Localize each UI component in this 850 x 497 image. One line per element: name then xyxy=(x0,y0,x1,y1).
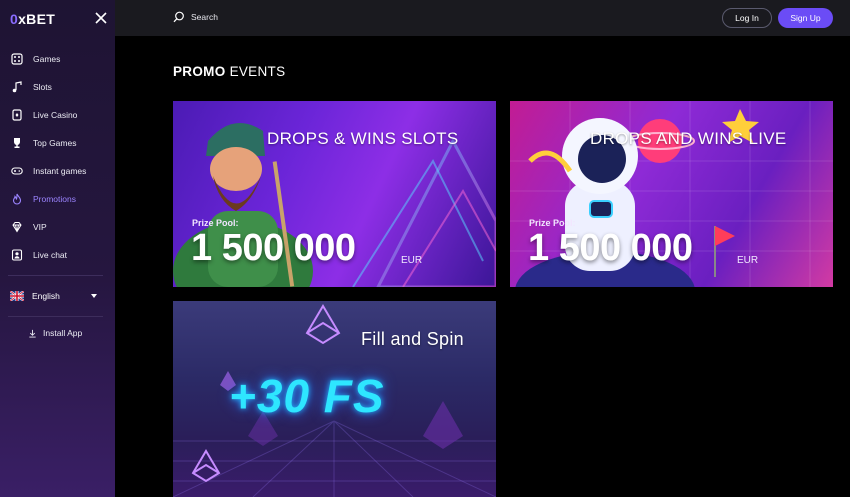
promo-title: Fill and Spin xyxy=(361,329,464,349)
flame-icon xyxy=(10,192,24,206)
logo-zero: 0 xyxy=(10,11,19,27)
dice-icon xyxy=(10,52,24,66)
free-spins-highlight: +30 FS xyxy=(229,370,385,422)
page-title-bold: PROMO xyxy=(173,64,226,79)
search-icon xyxy=(173,11,184,23)
sidebar-item-label: Instant games xyxy=(33,166,87,176)
divider xyxy=(8,316,103,317)
signup-button[interactable]: Sign Up xyxy=(778,8,833,28)
language-label: English xyxy=(32,291,60,301)
sidebar-item-promotions[interactable]: Promotions xyxy=(0,185,115,213)
divider xyxy=(8,275,103,276)
sidebar-item-label: Games xyxy=(33,54,61,64)
prize-pool-amount: 1 500 000 xyxy=(191,227,356,269)
sidebar-item-label: Live Casino xyxy=(33,110,78,120)
sidebar-item-games[interactable]: Games xyxy=(0,45,115,73)
promo-card-drops-wins-slots[interactable]: DROPS & WINS SLOTS Prize Pool: 1 500 000… xyxy=(173,101,496,287)
install-app-label: Install App xyxy=(43,328,83,338)
sidebar-item-label: Live chat xyxy=(33,250,68,260)
page-title-rest: EVENTS xyxy=(229,64,286,79)
search-button[interactable]: Search xyxy=(173,11,218,23)
music-note-icon xyxy=(10,80,24,94)
cards-icon xyxy=(10,108,24,122)
top-bar: Search Log In Sign Up xyxy=(115,0,850,36)
language-selector[interactable]: English xyxy=(10,288,105,304)
sidebar-item-label: VIP xyxy=(33,222,47,232)
sidebar-item-live-chat[interactable]: Live chat xyxy=(0,241,115,269)
sidebar-item-label: Slots xyxy=(33,82,52,92)
install-app-button[interactable]: Install App xyxy=(28,328,82,338)
sidebar-item-top-games[interactable]: Top Games xyxy=(0,129,115,157)
sidebar-item-label: Top Games xyxy=(33,138,77,148)
sidebar-item-instant-games[interactable]: Instant games xyxy=(0,157,115,185)
prize-pool-amount: 1 500 000 xyxy=(528,227,693,269)
sidebar-item-label: Promotions xyxy=(33,194,76,204)
sidebar: 0xBET Games Slots Live Casino Top Games … xyxy=(0,0,115,497)
trophy-icon xyxy=(10,136,24,150)
promo-title: DROPS AND WINS LIVE xyxy=(590,129,787,148)
prize-currency: EUR xyxy=(401,255,423,266)
uk-flag-icon xyxy=(10,291,24,301)
prize-currency: EUR xyxy=(737,255,759,266)
sidebar-item-slots[interactable]: Slots xyxy=(0,73,115,101)
sidebar-nav: Games Slots Live Casino Top Games Instan… xyxy=(0,45,115,269)
download-icon xyxy=(29,329,36,338)
brand-logo[interactable]: 0xBET xyxy=(10,11,55,27)
chevron-down-icon xyxy=(91,294,97,298)
login-button[interactable]: Log In xyxy=(722,8,772,28)
diamond-icon xyxy=(10,220,24,234)
logo-text: xBET xyxy=(18,11,56,27)
sidebar-item-vip[interactable]: VIP xyxy=(0,213,115,241)
page-title: PROMO EVENTS xyxy=(173,64,285,79)
sidebar-item-live-casino[interactable]: Live Casino xyxy=(0,101,115,129)
search-label: Search xyxy=(191,12,218,22)
gamepad-icon xyxy=(10,164,24,178)
promo-card-drops-wins-live[interactable]: DROPS AND WINS LIVE Prize Pool: 1 500 00… xyxy=(510,101,833,287)
promo-card-fill-and-spin[interactable]: Fill and Spin +30 FS xyxy=(173,301,496,497)
promo-title: DROPS & WINS SLOTS xyxy=(267,129,459,148)
close-icon[interactable] xyxy=(93,10,109,26)
chat-person-icon xyxy=(10,248,24,262)
